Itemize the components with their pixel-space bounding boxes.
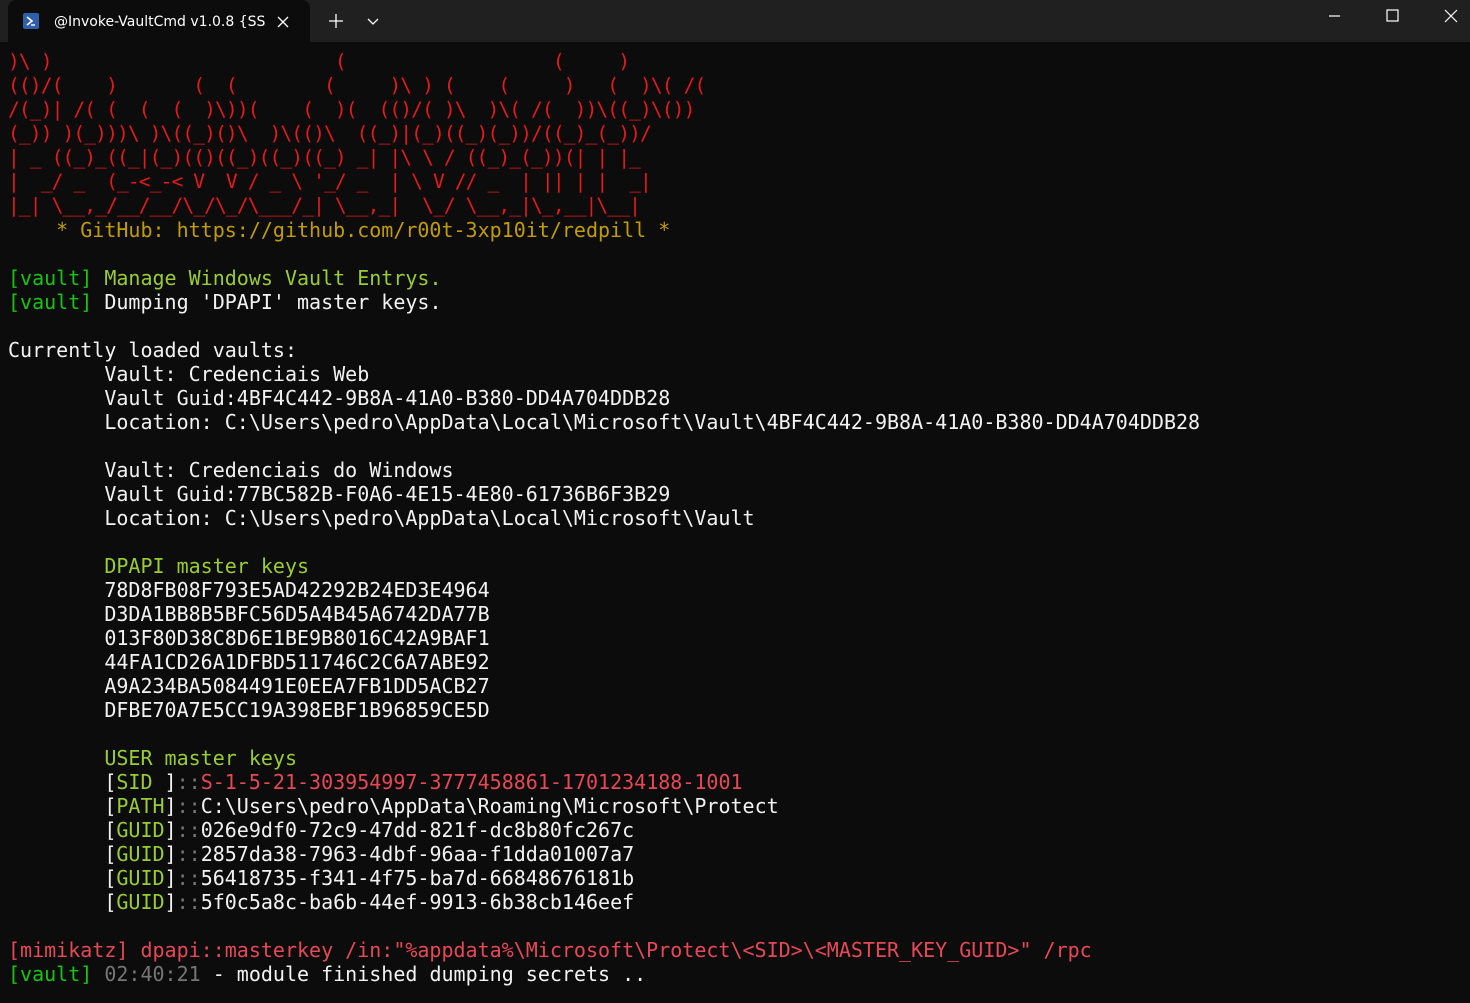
separator: ::: [176, 842, 201, 866]
header-text: Dumping 'DPAPI' master keys.: [92, 290, 442, 314]
dpapi-key: DFBE70A7E5CC19A398EBF1B96859CE5D: [8, 698, 490, 722]
bracket: [: [104, 818, 117, 842]
new-tab-button[interactable]: [316, 0, 356, 42]
vault-location: Location: C:\Users\pedro\AppData\Local\M…: [8, 410, 1201, 434]
banner-line: /(_)| /( ( ( ( )\))( ( )( (()/( )\ )\( /…: [8, 98, 695, 121]
vault-guid: Vault Guid:4BF4C442-9B8A-41A0-B380-DD4A7…: [8, 386, 671, 410]
path-label: PATH: [116, 794, 165, 818]
user-keys-heading: USER master keys: [8, 746, 297, 770]
dpapi-key: A9A234BA5084491E0EEA7FB1DD5ACB27: [8, 674, 490, 698]
github-line: * GitHub: https://github.com/r00t-3xp10i…: [8, 218, 671, 242]
sid-label: SID: [116, 770, 165, 794]
tab-dropdown-button[interactable]: [353, 0, 393, 42]
guid-line: [GUID]::56418735-f341-4f75-ba7d-66848676…: [8, 866, 634, 890]
terminal-output[interactable]: )\ ) ( ( ) (()/( ) ( ( ( )\ ) ( ( ) ( )\…: [0, 42, 1470, 1003]
separator: ::: [176, 866, 201, 890]
timestamp: 02:40:21: [92, 962, 201, 986]
guid-label: GUID: [116, 890, 165, 914]
sid-line: [SID ]::S-1-5-21-303954997-3777458861-17…: [8, 770, 743, 794]
bracket: [: [104, 794, 117, 818]
path-line: [PATH]::C:\Users\pedro\AppData\Roaming\M…: [8, 794, 779, 818]
guid-value: 5f0c5a8c-ba6b-44ef-9913-6b38cb146eef: [200, 890, 635, 914]
banner-line: | _/ _ (_-<_-< V V / _ \ '_/ _ | \ V // …: [8, 170, 652, 193]
bracket: ]: [164, 770, 177, 794]
banner-line: |_| \__,_/__/__/\_/\_/\___/_| \__,_| \_/…: [8, 194, 641, 217]
sid-value: S-1-5-21-303954997-3777458861-1701234188…: [200, 770, 743, 794]
header-line: [vault] Dumping 'DPAPI' master keys.: [8, 290, 442, 314]
banner-line: (_)) )(_)))\ )\((_)()\ )\(()\ ((_)|(_)((…: [8, 122, 652, 145]
bracket: ]: [164, 866, 177, 890]
dpapi-heading: DPAPI master keys: [8, 554, 310, 578]
vault-guid: Vault Guid:77BC582B-F0A6-4E15-4E80-61736…: [8, 482, 671, 506]
guid-value: 56418735-f341-4f75-ba7d-66848676181b: [200, 866, 635, 890]
header-line: [vault] Manage Windows Vault Entrys.: [8, 266, 442, 290]
path-value: C:\Users\pedro\AppData\Roaming\Microsoft…: [200, 794, 779, 818]
tab-title: @Invoke-VaultCmd v1.0.8 {SSA: [54, 14, 266, 30]
vault-tag: [vault]: [8, 266, 93, 290]
header-text: Manage Windows Vault Entrys.: [92, 266, 442, 290]
guid-line: [GUID]::026e9df0-72c9-47dd-821f-dc8b80fc…: [8, 818, 634, 842]
guid-line: [GUID]::2857da38-7963-4dbf-96aa-f1dda010…: [8, 842, 634, 866]
vault-tag: [vault]: [8, 962, 93, 986]
guid-value: 2857da38-7963-4dbf-96aa-f1dda01007a7: [200, 842, 635, 866]
bracket: [: [104, 842, 117, 866]
separator: ::: [176, 794, 201, 818]
guid-value: 026e9df0-72c9-47dd-821f-dc8b80fc267c: [200, 818, 635, 842]
minimize-button[interactable]: [1305, 0, 1363, 42]
vault-tag: [vault]: [8, 290, 93, 314]
banner-line: (()/( ) ( ( ( )\ ) ( ( ) ( )\( /(: [8, 74, 706, 97]
dpapi-key: D3DA1BB8B5BFC56D5A4B45A6742DA77B: [8, 602, 490, 626]
banner-line: )\ ) ( ( ): [8, 50, 630, 73]
separator: ::: [176, 770, 201, 794]
bracket: [: [104, 890, 117, 914]
guid-line: [GUID]::5f0c5a8c-ba6b-44ef-9913-6b38cb14…: [8, 890, 634, 914]
bracket: ]: [164, 890, 177, 914]
bracket: [: [104, 866, 117, 890]
bracket: ]: [164, 818, 177, 842]
vault-name: Vault: Credenciais do Windows: [8, 458, 454, 482]
separator: ::: [176, 890, 201, 914]
separator: ::: [176, 818, 201, 842]
terminal-tab[interactable]: @Invoke-VaultCmd v1.0.8 {SSA: [8, 0, 310, 42]
bracket: ]: [164, 794, 177, 818]
maximize-button[interactable]: [1363, 0, 1421, 42]
dpapi-key: 013F80D38C8D6E1BE9B8016C42A9BAF1: [8, 626, 490, 650]
powershell-icon: [23, 13, 39, 29]
vaults-heading: Currently loaded vaults:: [8, 338, 297, 362]
banner-line: | _ ((_)_((_|(_)(()((_)((_)((_) _| |\ \ …: [8, 146, 641, 169]
dpapi-key: 78D8FB08F793E5AD42292B24ED3E4964: [8, 578, 490, 602]
title-bar: @Invoke-VaultCmd v1.0.8 {SSA: [0, 0, 1470, 42]
vault-name: Vault: Credenciais Web: [8, 362, 370, 386]
status-text: - module finished dumping secrets ..: [200, 962, 647, 986]
vault-location: Location: C:\Users\pedro\AppData\Local\M…: [8, 506, 755, 530]
guid-label: GUID: [116, 866, 165, 890]
bracket: ]: [164, 842, 177, 866]
final-status-line: [vault] 02:40:21 - module finished dumpi…: [8, 962, 646, 986]
mimikatz-command: [mimikatz] dpapi::masterkey /in:"%appdat…: [8, 938, 1092, 962]
dpapi-key: 44FA1CD26A1DFBD511746C2C6A7ABE92: [8, 650, 490, 674]
tab-close-icon[interactable]: [272, 11, 294, 33]
close-window-button[interactable]: [1421, 0, 1470, 42]
guid-label: GUID: [116, 842, 165, 866]
bracket: [: [104, 770, 117, 794]
guid-label: GUID: [116, 818, 165, 842]
